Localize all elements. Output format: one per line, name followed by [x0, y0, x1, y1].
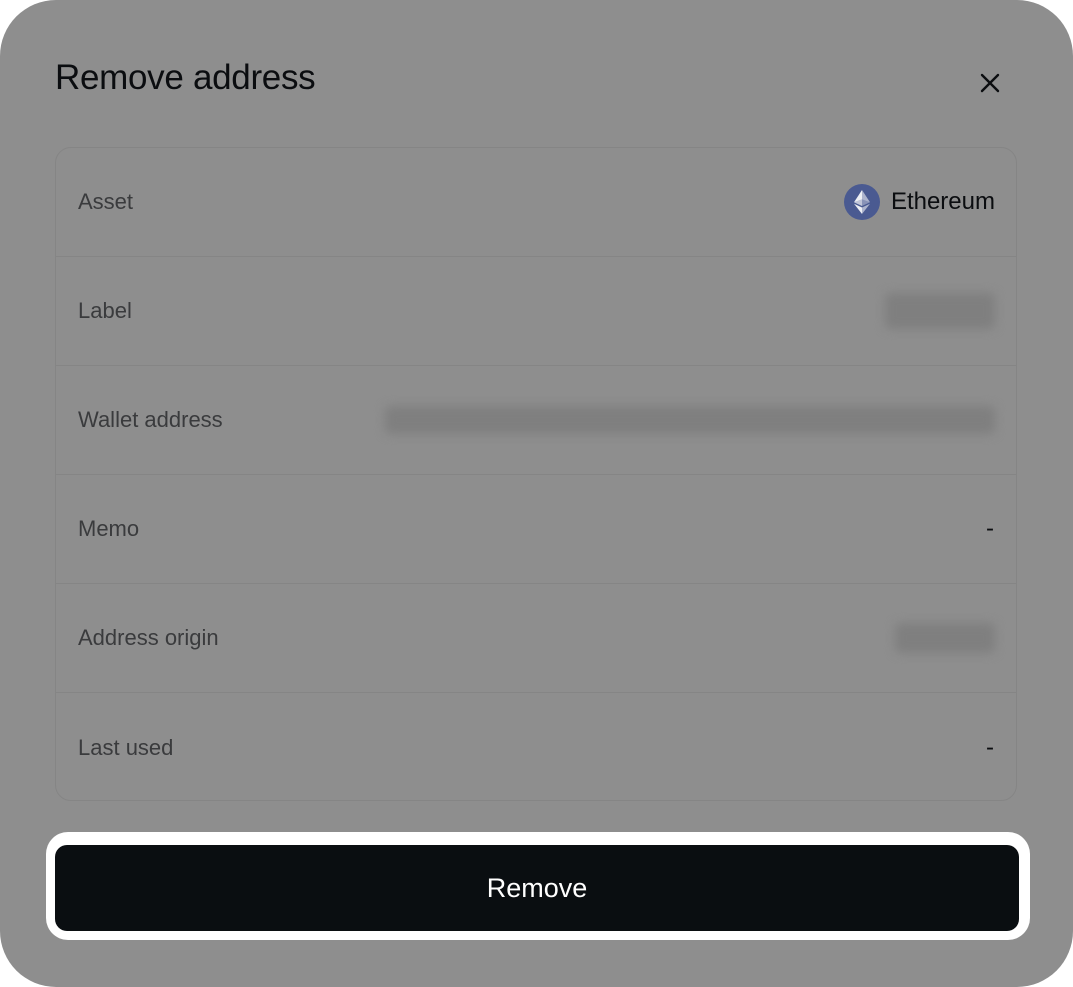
memo-label: Memo: [78, 516, 140, 541]
close-icon: [980, 73, 1000, 93]
detail-row-wallet-address: Wallet address: [56, 366, 1016, 475]
detail-row-last-used: Last used -: [56, 693, 1016, 802]
detail-row-asset: Asset Ethereum: [56, 148, 1016, 257]
close-button[interactable]: [970, 63, 1010, 103]
last-used-value: -: [986, 733, 994, 761]
label-label: Label: [78, 298, 132, 323]
memo-value: -: [986, 515, 994, 542]
wallet-address-label: Wallet address: [78, 407, 223, 432]
address-origin-label: Address origin: [78, 625, 219, 650]
address-details-table: Asset Ethereum Label Wallet address Memo…: [55, 147, 1017, 801]
asset-label: Asset: [78, 189, 134, 214]
wallet-address-value-redacted: [385, 406, 995, 434]
ethereum-icon: [843, 184, 880, 220]
last-used-label: Last used: [78, 734, 174, 760]
remove-address-dialog: Remove address Asset Ethereum Label Wall…: [0, 0, 1073, 987]
address-origin-value-redacted: [895, 623, 995, 653]
remove-button[interactable]: Remove: [55, 845, 1019, 931]
asset-name: Ethereum: [890, 188, 995, 215]
asset-value: Ethereum: [843, 184, 995, 220]
detail-row-label: Label: [56, 257, 1016, 366]
detail-row-memo: Memo -: [56, 475, 1016, 584]
detail-row-address-origin: Address origin: [56, 584, 1016, 693]
remove-button-focus-ring: Remove: [46, 832, 1030, 940]
label-value-redacted: [885, 293, 995, 329]
dialog-title: Remove address: [55, 58, 316, 97]
